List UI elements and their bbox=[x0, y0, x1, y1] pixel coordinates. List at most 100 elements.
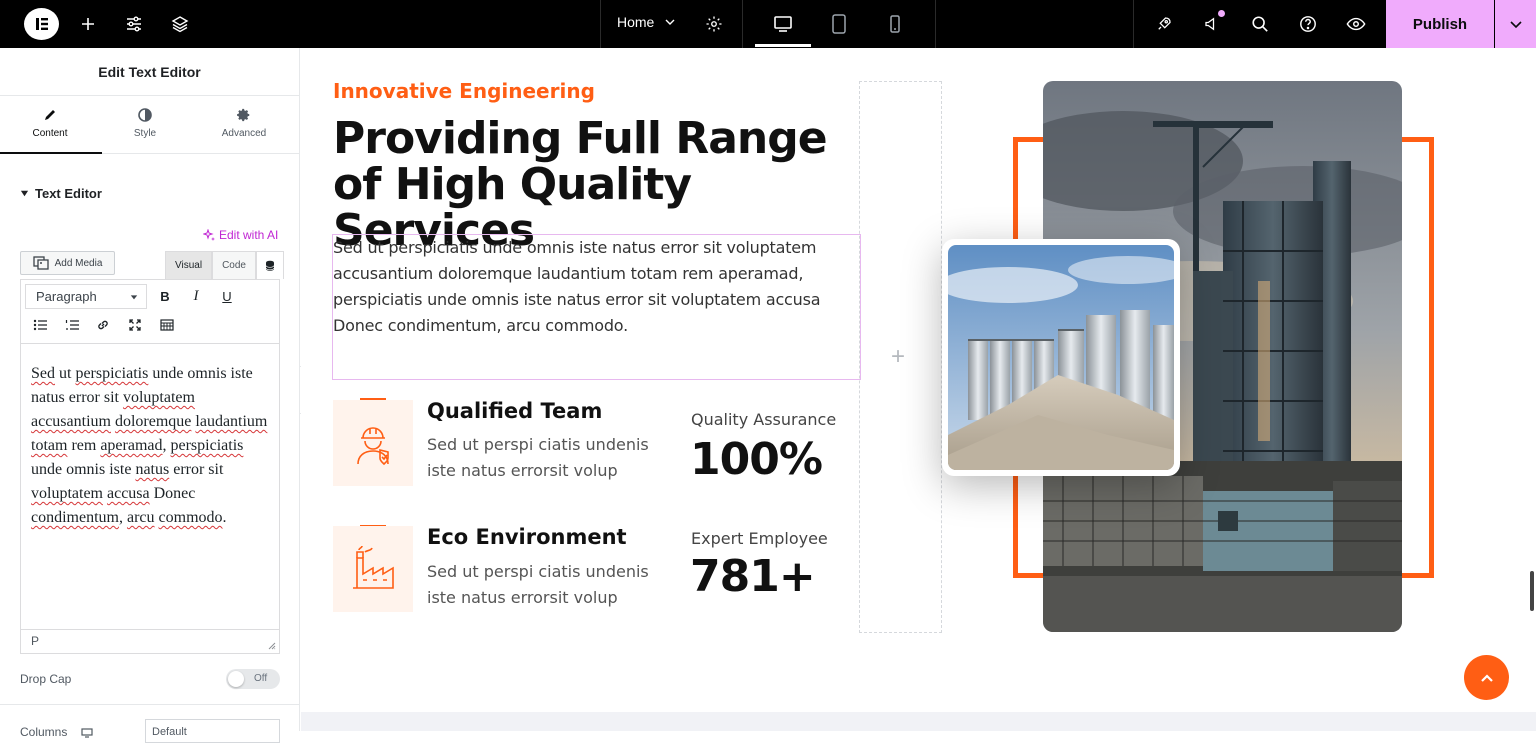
feature-title[interactable]: Qualified Team bbox=[427, 399, 602, 423]
scroll-to-top-button[interactable] bbox=[1464, 655, 1509, 700]
drop-cap-toggle[interactable]: Off bbox=[226, 669, 280, 689]
tab-style[interactable]: Style bbox=[95, 108, 195, 139]
tab-style-label: Style bbox=[133, 128, 157, 139]
layers-icon[interactable] bbox=[168, 12, 192, 36]
dynamic-tags-database-icon[interactable] bbox=[255, 251, 284, 279]
search-icon[interactable] bbox=[1248, 12, 1272, 36]
half-circle-icon bbox=[138, 108, 152, 122]
spellcheck-word: perspiciatis bbox=[170, 437, 244, 454]
divider bbox=[0, 704, 300, 705]
responsive-desktop-icon[interactable] bbox=[81, 728, 93, 738]
page-selector[interactable]: Home bbox=[617, 14, 676, 30]
spellcheck-word: condimentum bbox=[31, 509, 119, 526]
gear-icon bbox=[237, 108, 250, 122]
chevron-down-icon bbox=[665, 19, 675, 25]
tab-visual[interactable]: Visual bbox=[165, 251, 213, 279]
elementor-logo-icon[interactable] bbox=[24, 8, 59, 40]
feature-title[interactable]: Eco Environment bbox=[427, 525, 627, 549]
link-icon[interactable] bbox=[92, 314, 114, 336]
stat-value[interactable]: 100% bbox=[690, 434, 823, 485]
add-media-label: Add Media bbox=[54, 257, 103, 269]
tab-content-label: Content bbox=[32, 128, 68, 139]
underline-icon[interactable]: U bbox=[216, 285, 238, 307]
add-widget-plus-icon[interactable]: + bbox=[891, 343, 905, 371]
spellcheck-word: totam bbox=[31, 437, 68, 454]
stat-value[interactable]: 781+ bbox=[690, 551, 816, 602]
help-icon[interactable] bbox=[1296, 12, 1320, 36]
tablet-device-icon[interactable] bbox=[827, 12, 851, 36]
pencil-icon bbox=[45, 110, 55, 120]
page-canvas: Innovative Engineering Providing Full Ra… bbox=[301, 48, 1536, 731]
rocket-icon[interactable] bbox=[1152, 12, 1176, 36]
spellcheck-word: doloremque bbox=[114, 413, 192, 430]
publish-button[interactable]: Publish bbox=[1386, 0, 1494, 48]
bold-icon[interactable]: B bbox=[154, 285, 176, 307]
feature-icon-box bbox=[333, 526, 413, 612]
tab-advanced[interactable]: Advanced bbox=[194, 108, 294, 139]
toggle-knob bbox=[228, 671, 244, 687]
wysiwyg-editor: Paragraph B I U Sed ut perspiciatis unde… bbox=[20, 279, 280, 654]
numbered-list-icon[interactable] bbox=[61, 314, 83, 336]
publish-options-button[interactable] bbox=[1495, 0, 1536, 48]
section-lead-text[interactable]: Sed ut perspiciatis unde omnis iste natu… bbox=[333, 235, 863, 339]
columns-label: Columns bbox=[20, 725, 93, 739]
section-eyebrow[interactable]: Innovative Engineering bbox=[333, 79, 595, 103]
edit-with-ai-label: Edit with AI bbox=[219, 228, 279, 242]
add-media-button[interactable]: Add Media bbox=[20, 251, 115, 275]
tab-content[interactable]: Content bbox=[0, 108, 100, 139]
section-title: Text Editor bbox=[35, 186, 102, 201]
panel-title: Edit Text Editor bbox=[0, 48, 299, 96]
section-toggle-text-editor[interactable]: Text Editor bbox=[20, 186, 102, 201]
spellcheck-word: natus bbox=[135, 461, 170, 478]
page-name: Home bbox=[617, 14, 655, 30]
next-section-strip bbox=[301, 712, 1536, 731]
toolbar-toggle-icon[interactable] bbox=[156, 314, 178, 336]
editor-mode-tabs: Visual Code bbox=[165, 251, 284, 279]
notification-dot bbox=[1218, 10, 1225, 17]
editor-toolbar: Paragraph B I U bbox=[21, 280, 279, 344]
media-icon bbox=[32, 256, 49, 270]
add-element-icon[interactable] bbox=[76, 12, 100, 36]
columns-select[interactable]: Default bbox=[145, 719, 280, 743]
mobile-device-icon[interactable] bbox=[883, 12, 907, 36]
spellcheck-word: perspiciatis bbox=[75, 365, 149, 382]
tab-advanced-label: Advanced bbox=[221, 128, 267, 139]
editor-content[interactable]: Sed ut perspiciatis unde omnis iste natu… bbox=[21, 344, 279, 530]
format-select[interactable]: Paragraph bbox=[25, 284, 147, 309]
bullet-list-icon[interactable] bbox=[29, 314, 51, 336]
spellcheck-word: arcu bbox=[126, 509, 155, 526]
page-settings-gear-icon[interactable] bbox=[702, 12, 726, 36]
desktop-device-icon[interactable] bbox=[771, 12, 795, 36]
columns-label-text: Columns bbox=[20, 725, 68, 739]
toggle-state: Off bbox=[254, 673, 268, 684]
resize-handle-icon[interactable] bbox=[268, 642, 276, 650]
silos-image-card[interactable] bbox=[942, 239, 1180, 476]
sparkle-icon bbox=[203, 229, 215, 241]
edit-with-ai-button[interactable]: Edit with AI bbox=[203, 228, 278, 242]
spellcheck-word: accusantium bbox=[31, 413, 111, 430]
fullscreen-icon[interactable] bbox=[124, 314, 146, 336]
panel-tabs: Content Style Advanced bbox=[0, 96, 299, 154]
tab-code[interactable]: Code bbox=[212, 251, 256, 279]
site-settings-icon[interactable] bbox=[122, 12, 146, 36]
spellcheck-word: aperamad bbox=[100, 437, 163, 454]
element-path: P bbox=[31, 634, 40, 648]
spellcheck-word: Sed bbox=[31, 365, 55, 382]
italic-icon[interactable]: I bbox=[185, 285, 207, 307]
active-device-indicator bbox=[755, 44, 811, 47]
canvas-scrollbar[interactable] bbox=[1530, 571, 1534, 611]
spellcheck-word: accusa bbox=[106, 485, 150, 502]
spellcheck-word: commodo bbox=[158, 509, 223, 526]
spellcheck-word: voluptatem bbox=[122, 389, 195, 406]
feature-description[interactable]: Sed ut perspi ciatis undenis iste natus … bbox=[427, 559, 677, 611]
spellcheck-word: laudantium bbox=[195, 413, 268, 430]
caret-down-icon bbox=[130, 294, 138, 299]
feature-description[interactable]: Sed ut perspi ciatis undenis iste natus … bbox=[427, 432, 677, 484]
stat-label[interactable]: Expert Employee bbox=[691, 529, 828, 548]
feature-icon-box bbox=[333, 400, 413, 486]
caret-down-icon bbox=[20, 190, 29, 197]
drop-cap-label: Drop Cap bbox=[20, 672, 72, 686]
editor-status-bar: P bbox=[21, 629, 279, 653]
stat-label[interactable]: Quality Assurance bbox=[691, 410, 836, 429]
preview-eye-icon[interactable] bbox=[1344, 12, 1368, 36]
